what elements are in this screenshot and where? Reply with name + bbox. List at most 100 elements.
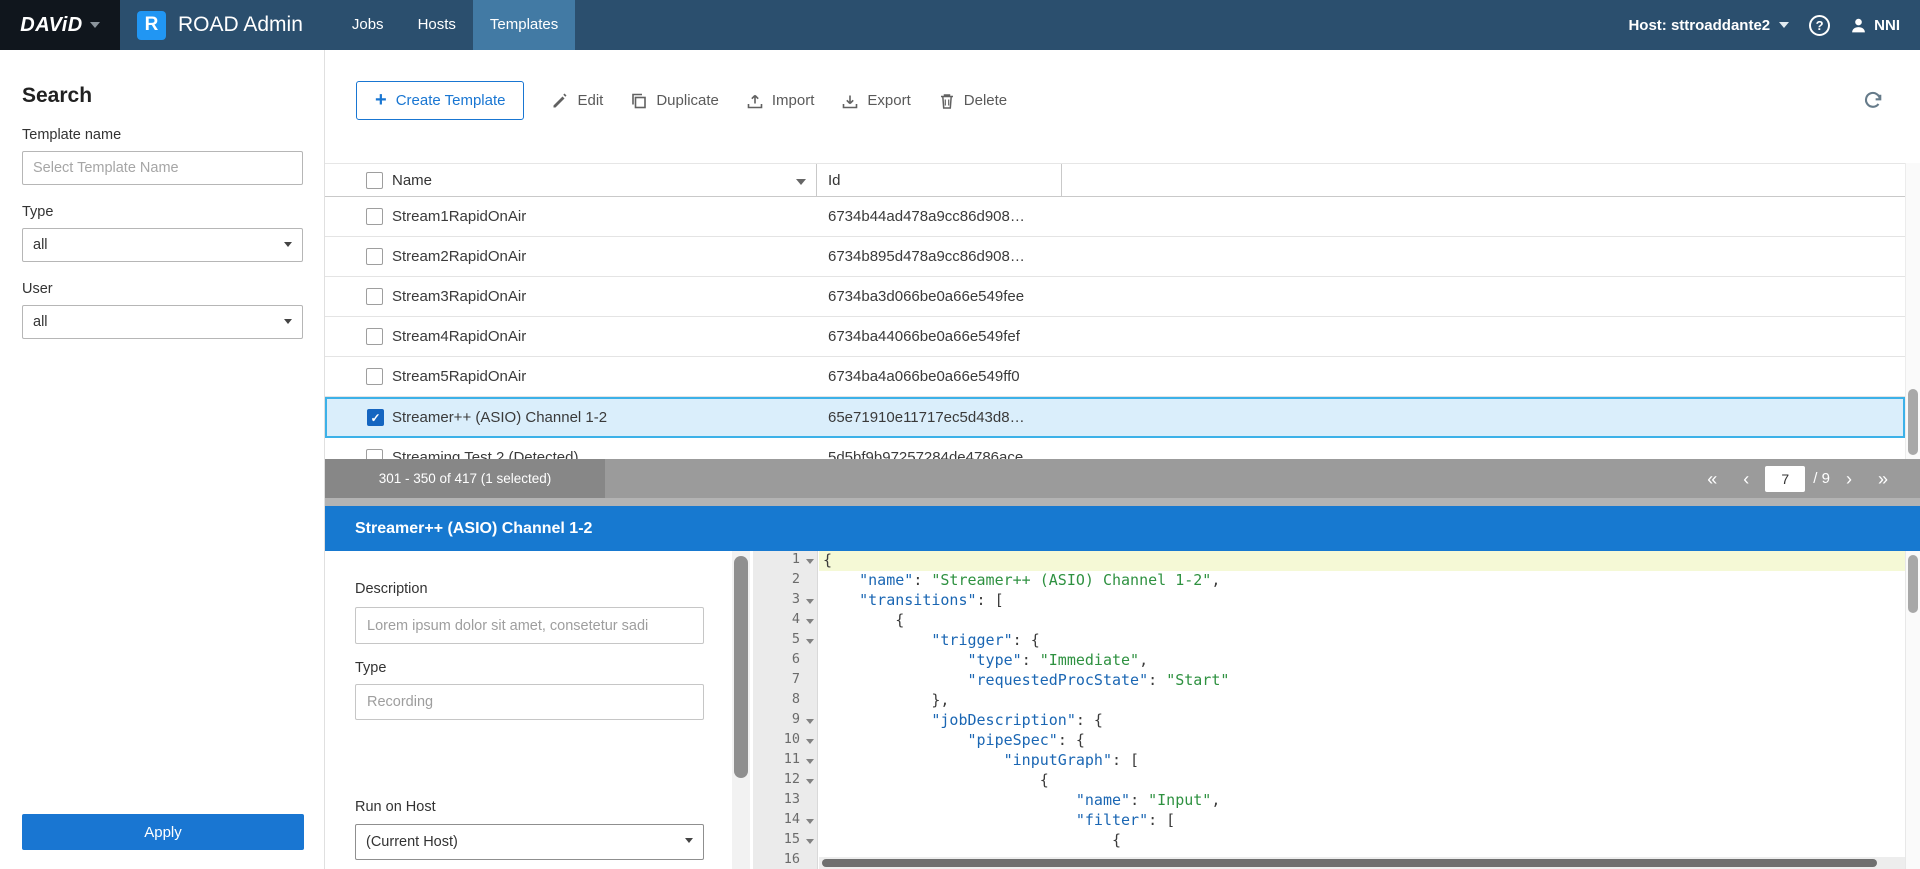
first-page-button[interactable]: « xyxy=(1707,470,1717,488)
code-line[interactable]: "requestedProcState": "Start" xyxy=(819,671,1905,691)
import-button[interactable]: Import xyxy=(746,92,815,110)
row-checkbox[interactable] xyxy=(366,208,383,225)
gutter-line-number: 4 xyxy=(753,611,817,631)
template-name-input[interactable] xyxy=(22,151,303,185)
fold-toggle-icon[interactable] xyxy=(806,639,814,644)
row-id: 6734b895d478a9cc86d908… xyxy=(828,237,1025,276)
table-scrollbar[interactable] xyxy=(1905,163,1920,459)
row-checkbox[interactable] xyxy=(367,409,384,426)
template-name-label: Template name xyxy=(22,127,303,143)
fold-toggle-icon[interactable] xyxy=(806,599,814,604)
row-checkbox[interactable] xyxy=(366,248,383,265)
create-template-label: Create Template xyxy=(396,92,506,109)
column-header-id[interactable]: Id xyxy=(828,164,841,197)
scroll-thumb[interactable] xyxy=(1908,555,1918,613)
code-line[interactable]: { xyxy=(819,551,1905,571)
duplicate-label: Duplicate xyxy=(656,92,719,109)
host-selector[interactable]: Host: sttroaddante2 xyxy=(1628,17,1789,34)
row-checkbox[interactable] xyxy=(366,288,383,305)
panel-splitter[interactable] xyxy=(325,498,1920,506)
nav-tab-jobs[interactable]: Jobs xyxy=(335,0,401,50)
gutter-line-number: 15 xyxy=(753,831,817,851)
code-line[interactable]: "pipeSpec": { xyxy=(819,731,1905,751)
duplicate-button[interactable]: Duplicate xyxy=(630,92,719,110)
next-page-button[interactable]: › xyxy=(1846,470,1852,488)
fold-toggle-icon[interactable] xyxy=(806,779,814,784)
code-line[interactable]: }, xyxy=(819,691,1905,711)
row-checkbox[interactable] xyxy=(366,328,383,345)
edit-button[interactable]: Edit xyxy=(551,92,603,110)
gutter-line-number: 14 xyxy=(753,811,817,831)
row-id: 6734b44ad478a9cc86d908… xyxy=(828,197,1025,236)
row-checkbox[interactable] xyxy=(366,368,383,385)
table-row[interactable]: Stream1RapidOnAir 6734b44ad478a9cc86d908… xyxy=(325,197,1905,237)
table-row[interactable]: Stream4RapidOnAir 6734ba44066be0a66e549f… xyxy=(325,317,1905,357)
plus-icon: + xyxy=(375,90,387,110)
column-menu-icon[interactable] xyxy=(796,179,806,185)
table-row[interactable]: Stream5RapidOnAir 6734ba4a066be0a66e549f… xyxy=(325,357,1905,397)
row-id: 65e71910e11717ec5d43d8… xyxy=(828,399,1025,436)
code-line[interactable]: "jobDescription": { xyxy=(819,711,1905,731)
refresh-button[interactable] xyxy=(1862,89,1884,111)
scroll-thumb[interactable] xyxy=(734,556,748,778)
editor-code[interactable]: { "name": "Streamer++ (ASIO) Channel 1-2… xyxy=(819,551,1905,869)
table-row[interactable]: Streaming Test 2 (Detected) 5d5bf9b97257… xyxy=(325,438,1905,459)
column-header-name[interactable]: Name xyxy=(392,164,432,197)
code-line[interactable]: "type": "Immediate", xyxy=(819,651,1905,671)
fold-toggle-icon[interactable] xyxy=(806,759,814,764)
code-line[interactable]: "transitions": [ xyxy=(819,591,1905,611)
scroll-thumb[interactable] xyxy=(822,859,1877,867)
fold-toggle-icon[interactable] xyxy=(806,559,814,564)
export-button[interactable]: Export xyxy=(841,92,910,110)
david-brand-menu[interactable]: DAViD xyxy=(0,0,120,50)
code-line[interactable]: "trigger": { xyxy=(819,631,1905,651)
code-line[interactable]: "name": "Input", xyxy=(819,791,1905,811)
description-input[interactable] xyxy=(355,607,704,644)
user-label: User xyxy=(22,281,303,297)
user-select[interactable]: all xyxy=(22,305,303,339)
fold-toggle-icon[interactable] xyxy=(806,619,814,624)
apply-button[interactable]: Apply xyxy=(22,814,304,850)
editor-scrollbar[interactable] xyxy=(1905,551,1920,869)
code-line[interactable]: "name": "Streamer++ (ASIO) Channel 1-2", xyxy=(819,571,1905,591)
row-name: Stream1RapidOnAir xyxy=(392,197,526,236)
nav-tab-templates[interactable]: Templates xyxy=(473,0,575,50)
select-all-checkbox[interactable] xyxy=(366,172,383,189)
delete-button[interactable]: Delete xyxy=(938,92,1007,110)
table-row[interactable]: Streamer++ (ASIO) Channel 1-2 65e71910e1… xyxy=(325,397,1905,438)
nav-tab-hosts[interactable]: Hosts xyxy=(401,0,473,50)
gutter-line-number: 12 xyxy=(753,771,817,791)
detail-scrollbar[interactable] xyxy=(732,551,750,869)
copy-icon xyxy=(630,92,648,110)
main-nav: JobsHostsTemplates xyxy=(335,0,575,50)
navbar-right: Host: sttroaddante2 ? NNI xyxy=(1628,15,1920,36)
page-input[interactable] xyxy=(1765,466,1805,492)
scroll-thumb[interactable] xyxy=(1908,389,1918,455)
table-row[interactable]: Stream3RapidOnAir 6734ba3d066be0a66e549f… xyxy=(325,277,1905,317)
run-on-host-select[interactable]: (Current Host) xyxy=(355,824,704,860)
create-template-button[interactable]: + Create Template xyxy=(356,81,524,120)
detail-title: Streamer++ (ASIO) Channel 1-2 xyxy=(355,520,592,538)
row-id: 6734ba4a066be0a66e549ff0 xyxy=(828,357,1020,396)
trash-icon xyxy=(938,92,956,110)
fold-toggle-icon[interactable] xyxy=(806,739,814,744)
code-line[interactable]: { xyxy=(819,831,1905,851)
code-line[interactable]: { xyxy=(819,611,1905,631)
last-page-button[interactable]: » xyxy=(1878,470,1888,488)
row-checkbox[interactable] xyxy=(366,449,383,459)
editor-h-scrollbar[interactable] xyxy=(819,857,1905,869)
code-line[interactable]: { xyxy=(819,771,1905,791)
table-row[interactable]: Stream2RapidOnAir 6734b895d478a9cc86d908… xyxy=(325,237,1905,277)
fold-toggle-icon[interactable] xyxy=(806,819,814,824)
fold-toggle-icon[interactable] xyxy=(806,719,814,724)
pencil-icon xyxy=(551,92,569,110)
prev-page-button[interactable]: ‹ xyxy=(1743,470,1749,488)
code-line[interactable]: "filter": [ xyxy=(819,811,1905,831)
user-menu[interactable]: NNI xyxy=(1850,17,1900,34)
export-label: Export xyxy=(867,92,910,109)
code-line[interactable]: "inputGraph": [ xyxy=(819,751,1905,771)
fold-toggle-icon[interactable] xyxy=(806,839,814,844)
type-select[interactable]: all xyxy=(22,228,303,262)
json-editor[interactable]: 12345678910111213141516 { "name": "Strea… xyxy=(753,551,1905,869)
help-button[interactable]: ? xyxy=(1809,15,1830,36)
